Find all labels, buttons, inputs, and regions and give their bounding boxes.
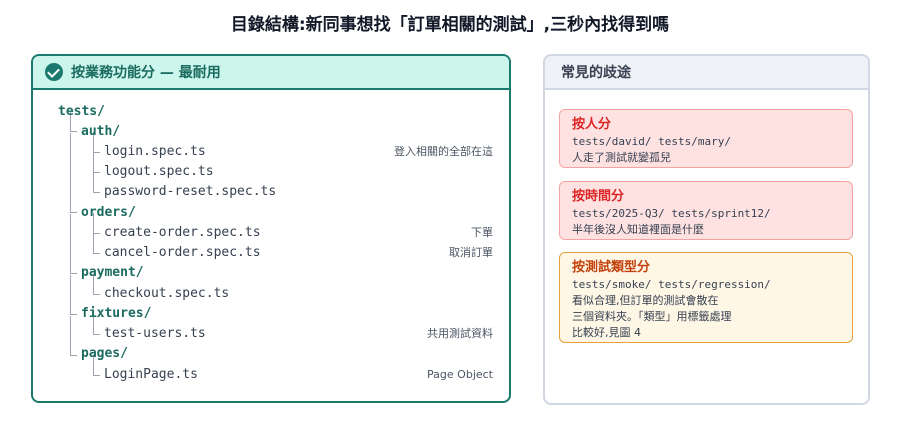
card-description: 看似合理,但訂單的測試會散在 三個資料夾。「類型」用標籤處理 比較好,見圖 4 xyxy=(572,294,732,339)
note-loginpage: Page Object xyxy=(427,368,493,381)
folder-tests: tests/ xyxy=(58,104,105,119)
pitfalls-panel: 常見的歧途 按人分 tests/david/ tests/mary/ 人走了測試… xyxy=(543,54,870,405)
card-description: 半年後沒人知道裡面是什麼 xyxy=(572,223,704,236)
file-loginpage: LoginPage.ts xyxy=(104,367,198,382)
page-title: 目錄結構:新同事想找「訂單相關的測試」,三秒內找得到嗎 xyxy=(230,15,670,35)
card-title: 按時間分 xyxy=(572,189,625,204)
card-title: 按測試類型分 xyxy=(572,260,651,275)
check-circle-icon xyxy=(45,63,63,81)
folder-payment: payment/ xyxy=(81,265,144,280)
tree-connector xyxy=(93,172,100,193)
card-code: tests/smoke/ tests/regression/ xyxy=(572,278,771,291)
card-code: tests/2025-Q3/ tests/sprint12/ xyxy=(572,207,771,220)
pitfall-card-by-time: 按時間分 tests/2025-Q3/ tests/sprint12/ 半年後沒… xyxy=(559,181,853,240)
tree-connector xyxy=(70,275,77,315)
pitfall-card-by-test-type: 按測試類型分 tests/smoke/ tests/regression/ 看似… xyxy=(559,252,853,343)
note-test-users: 共用測試資料 xyxy=(427,327,493,340)
file-login-spec: login.spec.ts xyxy=(104,144,206,159)
tree-connector xyxy=(93,233,100,254)
tree-connector xyxy=(70,316,77,356)
pitfall-card-by-person: 按人分 tests/david/ tests/mary/ 人走了測試就變孤兒 xyxy=(559,109,853,168)
file-test-users: test-users.ts xyxy=(104,326,206,341)
tree-connector xyxy=(93,152,100,173)
recommended-header-label: 按業務功能分 — 最耐用 xyxy=(71,65,221,81)
note-cancel-order: 取消訂單 xyxy=(449,246,493,259)
folder-tree: tests/ auth/ login.spec.ts 登入相關的全部在這 log… xyxy=(33,90,509,390)
folder-auth: auth/ xyxy=(81,124,121,139)
note-login: 登入相關的全部在這 xyxy=(394,145,493,158)
file-password-reset-spec: password-reset.spec.ts xyxy=(104,184,277,199)
card-title: 按人分 xyxy=(572,117,612,132)
recommended-header: 按業務功能分 — 最耐用 xyxy=(33,56,509,90)
folder-fixtures: fixtures/ xyxy=(81,306,152,321)
file-create-order-spec: create-order.spec.ts xyxy=(104,225,261,240)
file-cancel-order-spec: cancel-order.spec.ts xyxy=(104,245,261,260)
tree-connector xyxy=(70,214,77,274)
folder-orders: orders/ xyxy=(81,205,136,220)
card-code: tests/david/ tests/mary/ xyxy=(572,135,731,148)
tree-connector xyxy=(70,133,77,213)
file-logout-spec: logout.spec.ts xyxy=(104,164,214,179)
pitfalls-header: 常見的歧途 xyxy=(545,56,868,90)
file-checkout-spec: checkout.spec.ts xyxy=(104,286,230,301)
note-create-order: 下單 xyxy=(471,226,493,239)
card-description: 人走了測試就變孤兒 xyxy=(572,151,671,164)
folder-pages: pages/ xyxy=(81,346,128,361)
recommended-structure-panel: 按業務功能分 — 最耐用 tests/ auth/ login.spec.ts … xyxy=(31,54,511,403)
